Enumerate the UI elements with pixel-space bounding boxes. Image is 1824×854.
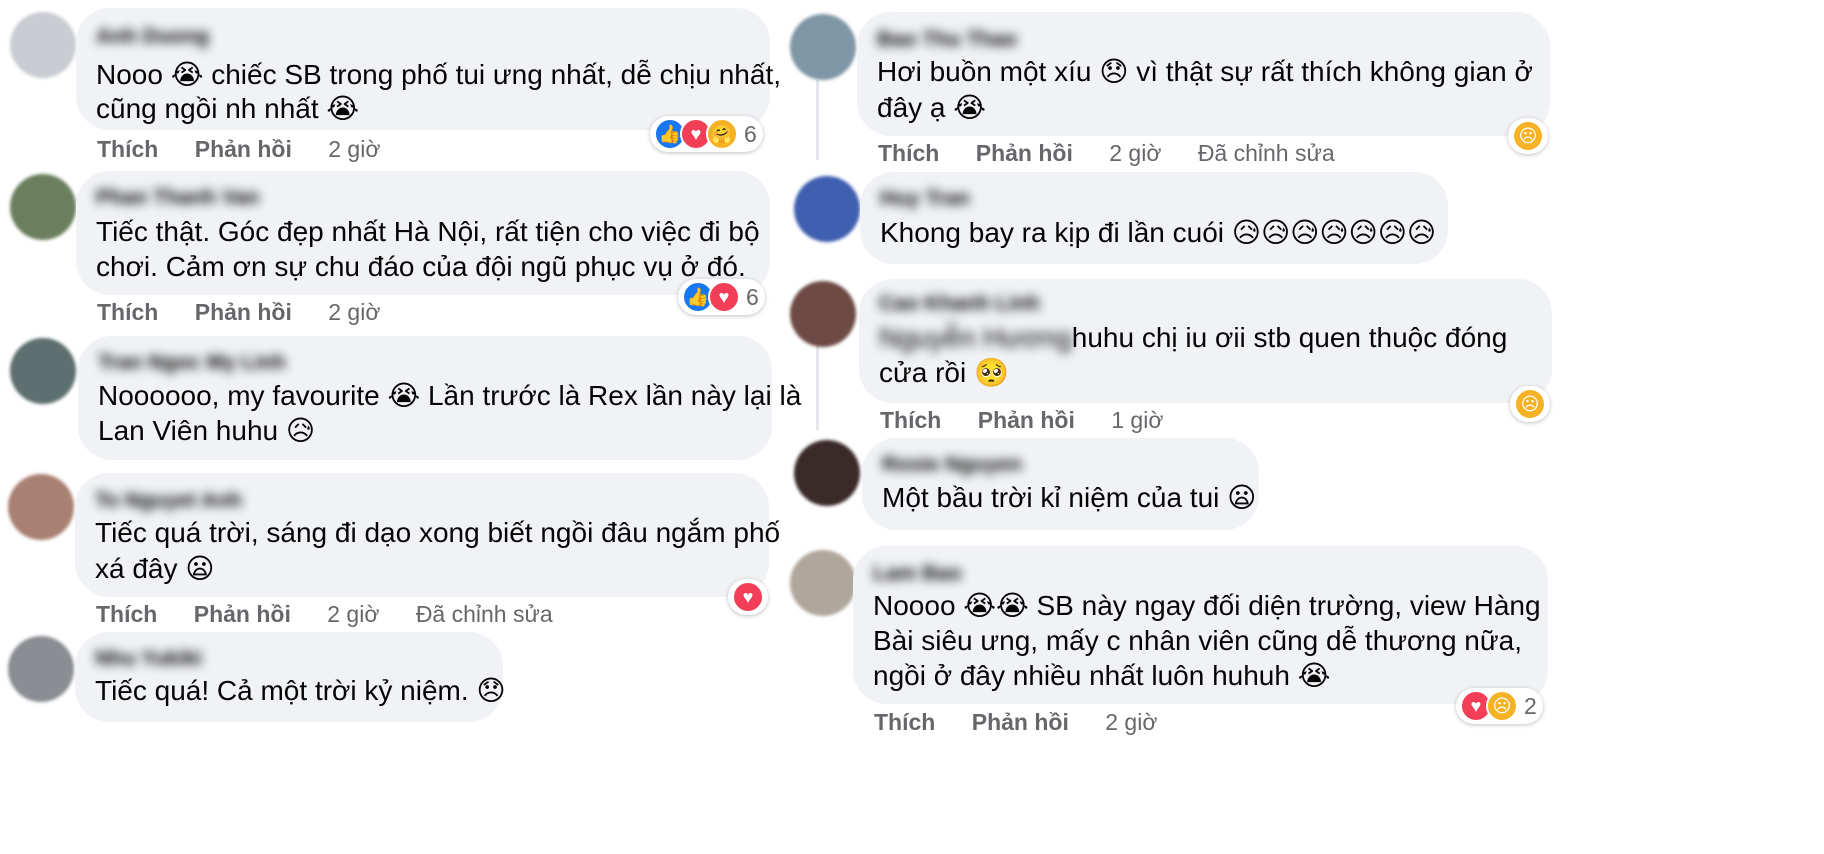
comment-author[interactable]: Tran Ngoc My Linh: [98, 351, 286, 375]
reaction-count: 2: [1524, 692, 1537, 719]
comment-text-line: Nguyễn Hươnghuhu chị iu ơii stb quen thu…: [879, 318, 1507, 358]
care-icon: 🤗: [706, 118, 738, 150]
comment-author[interactable]: Rosie Nguyen: [882, 453, 1022, 477]
like-button[interactable]: Thích: [96, 601, 157, 627]
comment-bubble: Bao Thu Thao Hơi buồn một xíu 😞 vì thật …: [857, 12, 1550, 136]
avatar[interactable]: [10, 174, 76, 240]
love-icon: ♥: [732, 581, 764, 613]
reaction-summary[interactable]: ♥: [728, 579, 768, 615]
comment-actions: Thích Phản hồi 2 giờ: [874, 709, 1187, 736]
like-button[interactable]: Thích: [878, 140, 939, 166]
avatar[interactable]: [790, 550, 856, 616]
comment-text-line: Một bầu trời kỉ niệm của tui 😦: [882, 482, 1257, 513]
avatar[interactable]: [794, 176, 860, 242]
comment-author[interactable]: Bao Thu Thao: [877, 28, 1017, 52]
comment-author[interactable]: Nhu Yukiki: [95, 647, 202, 671]
reply-button[interactable]: Phản hồi: [194, 601, 291, 627]
comment-author[interactable]: To Nguyet Anh: [95, 489, 242, 513]
comment-bubble: Rosie Nguyen Một bầu trời kỉ niệm của tu…: [862, 438, 1259, 530]
comment-actions: Thích Phản hồi 2 giờ Đã chỉnh sửa: [878, 140, 1365, 167]
avatar[interactable]: [10, 12, 76, 78]
comment-text-line: xá đây 😦: [95, 553, 215, 584]
comment-time[interactable]: 1 giờ: [1111, 407, 1163, 433]
reply-button[interactable]: Phản hồi: [972, 709, 1069, 735]
comment-text-line: ngồi ở đây nhiều nhất luôn huhuh 😭: [873, 660, 1331, 691]
reaction-summary[interactable]: ♥ ☹ 2: [1456, 688, 1543, 724]
comment-actions: Thích Phản hồi 2 giờ: [97, 299, 410, 326]
comment-author[interactable]: Huy Tran: [880, 187, 970, 211]
comment-author[interactable]: Phan Thanh Van: [96, 186, 259, 210]
avatar[interactable]: [790, 14, 856, 80]
like-button[interactable]: Thích: [97, 299, 158, 325]
thread-line: [816, 345, 819, 430]
comment-time[interactable]: 2 giờ: [328, 299, 380, 325]
comment-bubble: Cao Khanh Linh Nguyễn Hươnghuhu chị iu ơ…: [859, 279, 1552, 403]
comment-author[interactable]: Lam Bao: [873, 562, 962, 586]
sad-icon: ☹: [1514, 388, 1546, 420]
avatar[interactable]: [794, 440, 860, 506]
comment-author[interactable]: Anh Duong: [96, 25, 209, 49]
comment-bubble: Huy Tran Khong bay ra kịp đi lần cuói 😥😥…: [860, 172, 1448, 264]
thread-line: [816, 80, 819, 160]
comment-time[interactable]: 2 giờ: [1109, 140, 1161, 166]
reply-button[interactable]: Phản hồi: [195, 299, 292, 325]
like-button[interactable]: Thích: [97, 136, 158, 162]
comment-bubble: Anh Duong Nooo 😭 chiếc SB trong phố tui …: [76, 8, 781, 130]
comment-text-line: Hơi buồn một xíu 😞 vì thật sự rất thích …: [877, 56, 1533, 87]
sad-icon: ☹: [1486, 690, 1518, 722]
love-icon: ♥: [708, 281, 740, 313]
comment-time[interactable]: 2 giờ: [327, 601, 379, 627]
comment-text-line: Khong bay ra kịp đi lần cuói 😥😥😥😥😥😥😥: [880, 217, 1437, 248]
avatar[interactable]: [790, 281, 856, 347]
sad-icon: ☹: [1512, 120, 1544, 152]
reaction-summary[interactable]: 👍 ♥ 🤗 6: [650, 116, 763, 152]
mention-link[interactable]: Nguyễn Hương: [879, 322, 1072, 353]
comment-text-line: cửa rồi 🥺: [879, 357, 1009, 388]
comment-bubble: Tran Ngoc My Linh Noooooo, my favourite …: [78, 336, 801, 460]
reaction-summary[interactable]: ☹: [1510, 386, 1550, 422]
comment-bubble: Lam Bao Noooo 😭😭 SB này ngay đối diện tr…: [853, 546, 1548, 704]
comment-text-line: Tiếc thật. Góc đẹp nhất Hà Nội, rất tiện…: [96, 216, 760, 247]
comment-text-line: Bài siêu ưng, mấy c nhân viên cũng dễ th…: [873, 625, 1522, 656]
edited-label: Đã chỉnh sửa: [1197, 140, 1335, 166]
comment-text-line: Noooo 😭😭 SB này ngay đối diện trường, vi…: [873, 590, 1541, 621]
reaction-count: 6: [746, 283, 759, 310]
comment-text-line: cũng ngồi nh nhất 😭: [96, 93, 360, 124]
comment-text-line: Noooooo, my favourite 😭 Lần trước là Rex…: [98, 380, 802, 411]
avatar[interactable]: [10, 338, 76, 404]
comment-text: huhu chị iu ơii stb quen thuộc đóng: [1071, 322, 1508, 353]
comment-text-line: đây ạ 😭: [877, 92, 986, 123]
reaction-summary[interactable]: ☹: [1508, 118, 1548, 154]
comment-text-line: Tiếc quá! Cả một trời kỷ niệm. 😞: [95, 675, 506, 706]
reply-button[interactable]: Phản hồi: [978, 407, 1075, 433]
comment-actions: Thích Phản hồi 2 giờ: [97, 136, 410, 163]
avatar[interactable]: [8, 636, 74, 702]
comment-text-line: chơi. Cảm ơn sự chu đáo của đội ngũ phục…: [96, 251, 746, 282]
comment-time[interactable]: 2 giờ: [328, 136, 380, 162]
comment-actions: Thích Phản hồi 1 giờ: [880, 407, 1193, 434]
comment-actions: Thích Phản hồi 2 giờ Đã chỉnh sửa: [96, 601, 583, 628]
like-button[interactable]: Thích: [880, 407, 941, 433]
reply-button[interactable]: Phản hồi: [976, 140, 1073, 166]
reply-button[interactable]: Phản hồi: [195, 136, 292, 162]
reaction-count: 6: [744, 120, 757, 147]
avatar[interactable]: [8, 474, 74, 540]
comment-author[interactable]: Cao Khanh Linh: [879, 292, 1040, 316]
comment-time[interactable]: 2 giờ: [1105, 709, 1157, 735]
comment-text-line: Lan Viên huhu 😥: [98, 415, 316, 446]
comment-bubble: To Nguyet Anh Tiếc quá trời, sáng đi dạo…: [75, 473, 780, 597]
edited-label: Đã chỉnh sửa: [415, 601, 553, 627]
comment-bubble: Nhu Yukiki Tiếc quá! Cả một trời kỷ niệm…: [75, 632, 506, 722]
like-button[interactable]: Thích: [874, 709, 935, 735]
comment-bubble: Phan Thanh Van Tiếc thật. Góc đẹp nhất H…: [76, 171, 770, 295]
comment-text-line: Tiếc quá trời, sáng đi dạo xong biết ngồ…: [95, 517, 781, 548]
reaction-summary[interactable]: 👍 ♥ 6: [678, 279, 765, 315]
